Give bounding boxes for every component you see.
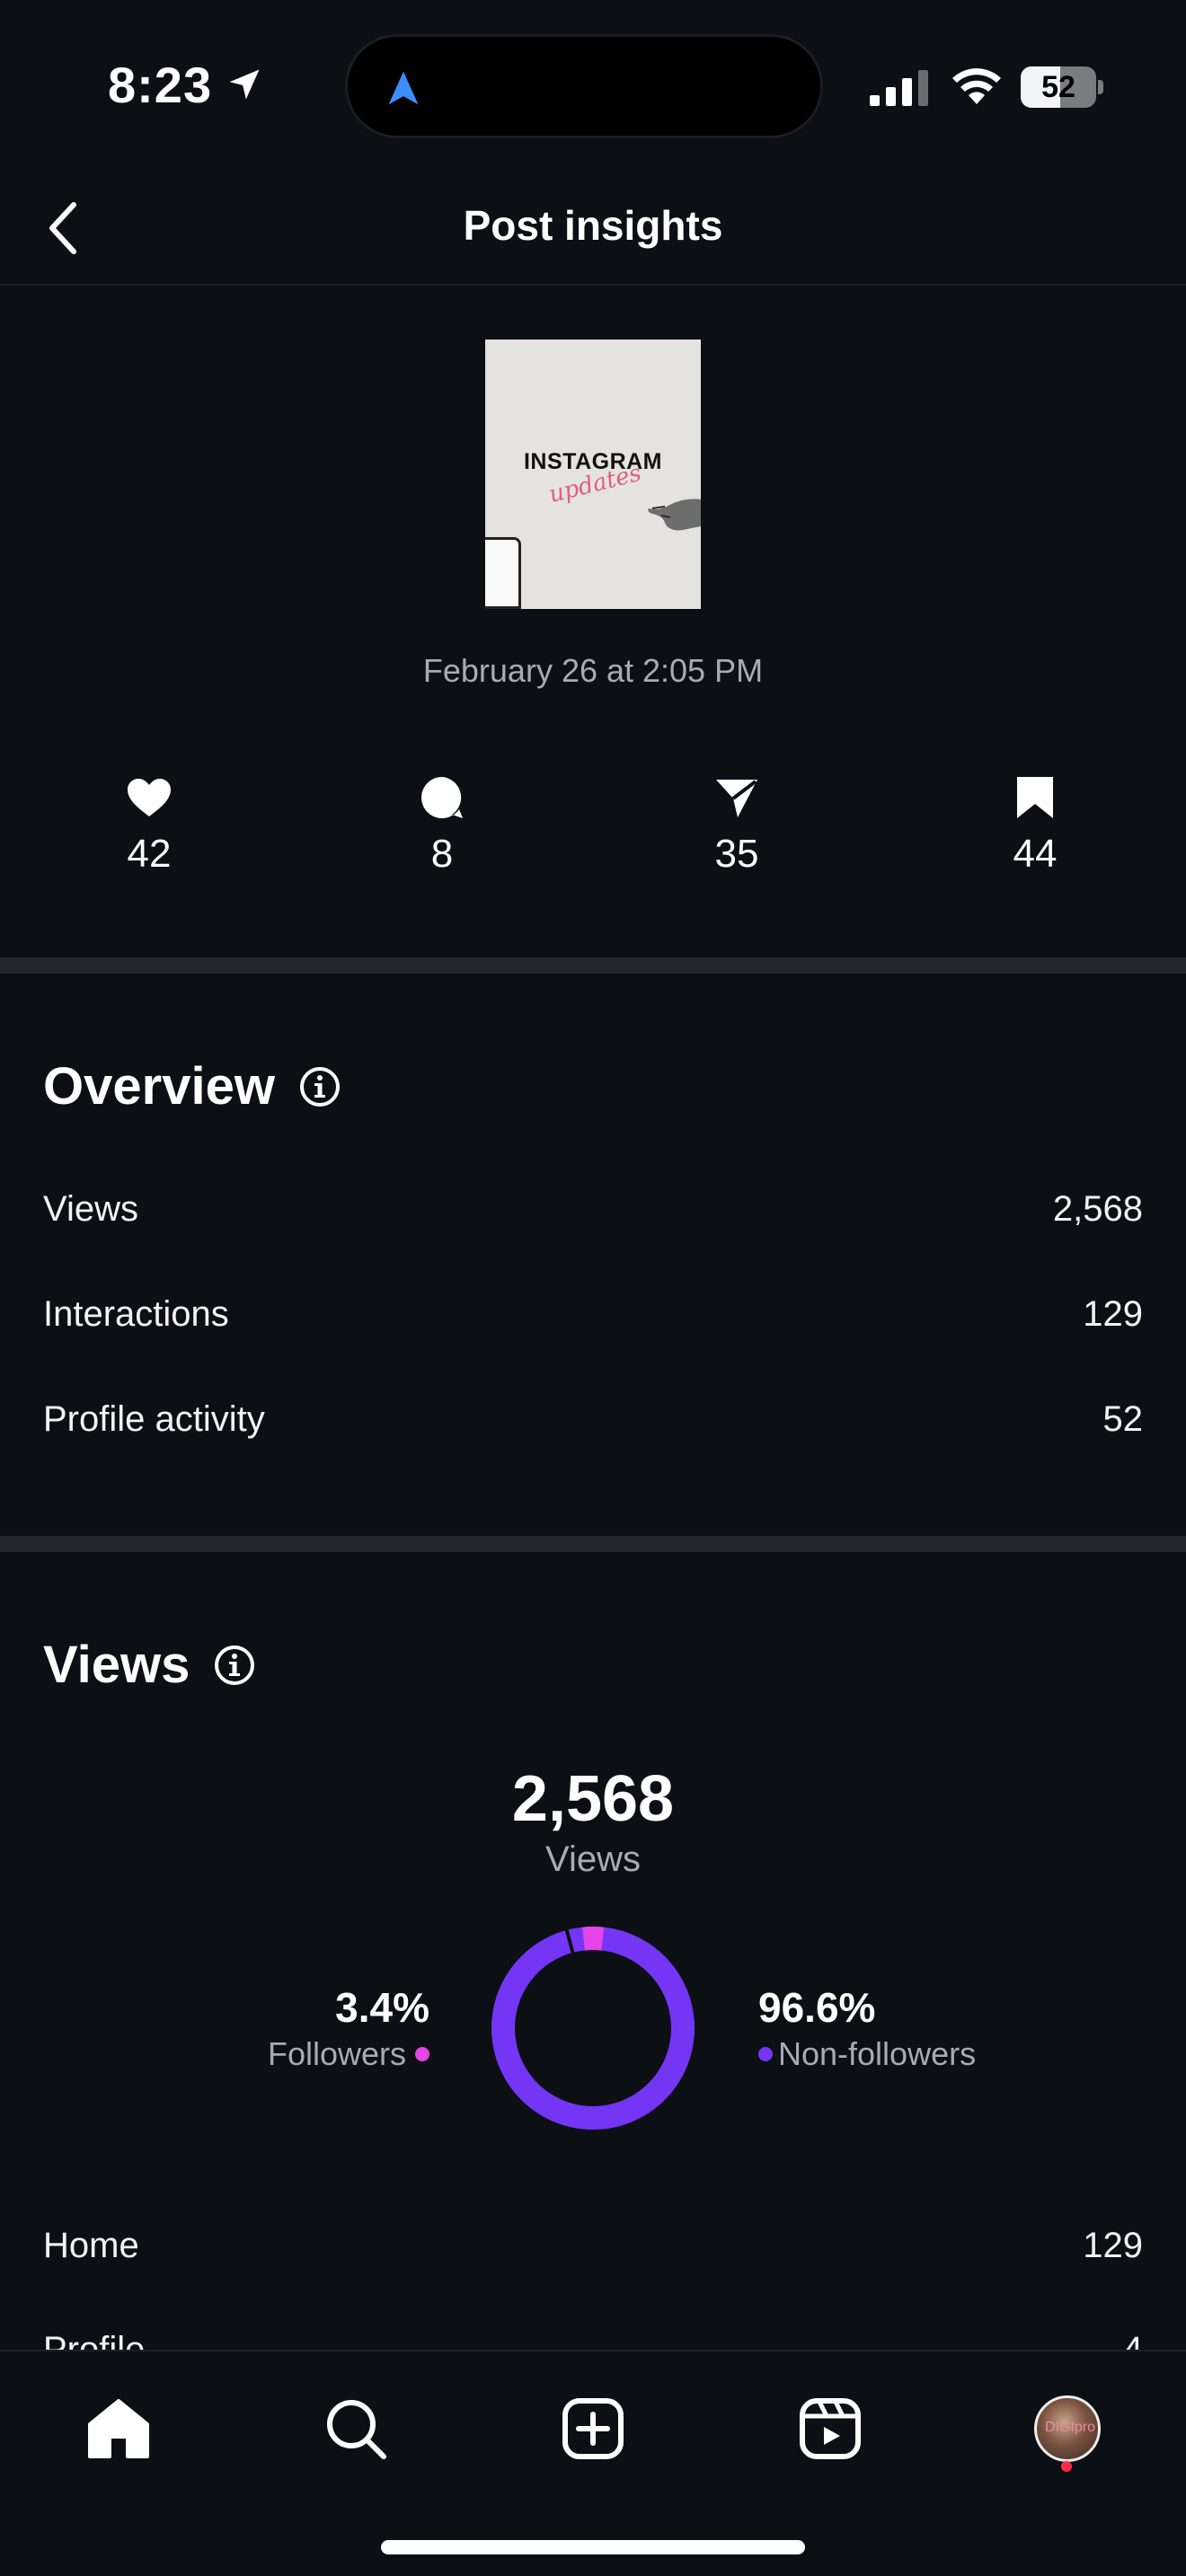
views-donut-chart <box>491 1927 695 2130</box>
search-icon <box>327 2400 386 2459</box>
overview-row-interactions[interactable]: Interactions 129 <box>43 1287 1143 1341</box>
info-icon[interactable] <box>213 1644 256 1687</box>
post-metrics: 42 8 35 44 <box>0 772 1186 898</box>
reels-icon <box>800 2398 861 2459</box>
nav-create[interactable] <box>550 2386 636 2472</box>
post-date: February 26 at 2:05 PM <box>422 652 764 689</box>
likes-count: 42 <box>127 832 172 876</box>
cellular-signal-icon <box>870 70 928 106</box>
row-label: Interactions <box>43 1293 229 1334</box>
row-value: 129 <box>1083 1293 1143 1334</box>
home-icon <box>88 2399 149 2458</box>
row-value: 2,568 <box>1052 1188 1143 1229</box>
views-total-label: Views <box>545 1839 641 1879</box>
navigation-arrow-icon <box>388 71 419 105</box>
section-divider <box>0 1536 1186 1552</box>
location-arrow-icon <box>229 69 260 100</box>
wifi-icon <box>952 68 1001 104</box>
overview-row-views[interactable]: Views 2,568 <box>43 1182 1143 1236</box>
nav-search[interactable] <box>313 2386 399 2472</box>
nav-reels[interactable] <box>787 2386 873 2472</box>
nav-profile[interactable]: DIGIpro <box>1024 2386 1111 2472</box>
views-title-text: Views <box>43 1636 190 1694</box>
info-icon[interactable] <box>298 1065 341 1108</box>
notification-dot <box>1061 2461 1072 2472</box>
home-indicator <box>381 2540 805 2554</box>
hand-graphic-icon <box>648 498 701 531</box>
dynamic-island <box>345 34 823 138</box>
likes-metric[interactable]: 42 <box>68 772 230 877</box>
followers-stat: 3.4% Followers <box>268 1983 429 2073</box>
row-value: 52 <box>1102 1398 1144 1439</box>
shares-metric[interactable]: 35 <box>656 772 818 877</box>
views-title: Views <box>43 1635 256 1695</box>
row-value: 129 <box>1083 2225 1143 2265</box>
battery-level: 52 <box>1041 70 1075 104</box>
overview-title: Overview <box>43 1056 341 1116</box>
share-icon <box>716 780 757 817</box>
nonfollowers-label: Non-followers <box>778 2035 977 2072</box>
comments-count: 8 <box>430 832 454 876</box>
section-divider <box>0 957 1186 974</box>
saves-metric[interactable]: 44 <box>954 772 1116 877</box>
row-label: Profile activity <box>43 1398 265 1439</box>
saves-count: 44 <box>1013 832 1058 876</box>
profile-avatar: DIGIpro <box>1034 2395 1101 2462</box>
overview-title-text: Overview <box>43 1057 275 1116</box>
comment-icon <box>421 777 463 818</box>
overview-row-profile-activity[interactable]: Profile activity 52 <box>43 1392 1143 1446</box>
row-label: Views <box>43 1188 138 1229</box>
status-time: 8:23 <box>108 57 213 113</box>
post-thumbnail[interactable]: INSTAGRAM updates <box>485 340 701 609</box>
views-total: 2,568 <box>511 1763 675 1835</box>
followers-legend-dot <box>415 2047 429 2061</box>
battery-indicator: 52 <box>1021 66 1103 108</box>
thumbnail-phone-graphic <box>485 537 521 609</box>
shares-count: 35 <box>714 832 759 876</box>
avatar-text: DIGIpro <box>1044 2420 1095 2435</box>
nonfollowers-stat: 96.6% Non-followers <box>758 1983 976 2073</box>
nav-home[interactable] <box>75 2386 162 2472</box>
nonfollowers-percent: 96.6% <box>758 1984 876 2031</box>
page-title: Post insights <box>463 202 723 249</box>
followers-percent: 3.4% <box>335 1984 429 2031</box>
comments-metric[interactable]: 8 <box>361 772 523 877</box>
views-row-home[interactable]: Home 129 <box>43 2219 1143 2272</box>
row-label: Home <box>43 2225 139 2265</box>
followers-label: Followers <box>267 2035 406 2072</box>
header: Post insights <box>0 171 1186 286</box>
status-bar: 8:23 52 <box>0 0 1186 171</box>
create-icon <box>562 2398 624 2459</box>
bookmark-icon <box>1017 777 1053 818</box>
heart-icon <box>128 779 171 816</box>
nonfollowers-legend-dot <box>758 2047 773 2061</box>
nonfollowers-ring <box>491 1927 695 2130</box>
